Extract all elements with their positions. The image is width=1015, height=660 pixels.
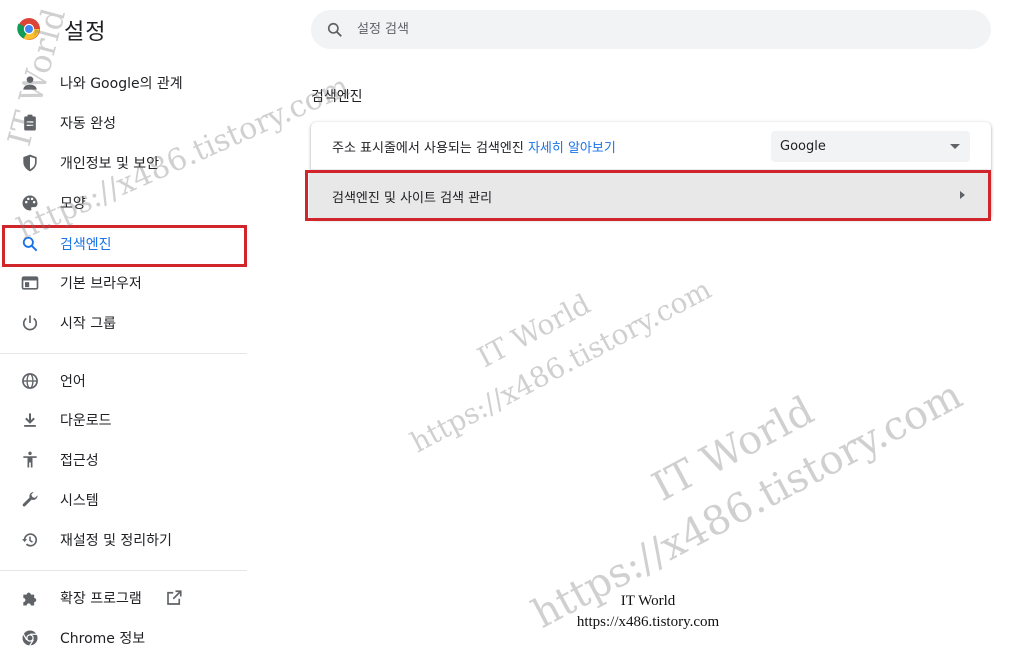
search-engine-select-value: Google [780, 139, 826, 154]
chrome-icon [19, 627, 41, 649]
sidebar-item-default-browser[interactable]: 기본 브라우저 [0, 263, 247, 303]
sidebar-item-label: 기본 브라우저 [60, 276, 142, 292]
accessibility-icon [19, 449, 41, 471]
address-bar-engine-label: 주소 표시줄에서 사용되는 검색엔진 [332, 141, 524, 156]
sidebar-item-label: 자동 완성 [60, 116, 116, 132]
footer-watermark-url: https://x486.tistory.com [576, 614, 720, 630]
address-bar-engine-row: 주소 표시줄에서 사용되는 검색엔진 자세히 알아보기 Google [311, 122, 991, 169]
sidebar-item-label: 확장 프로그램 [60, 591, 142, 607]
globe-icon [19, 370, 41, 392]
sidebar-item-languages[interactable]: 언어 [0, 361, 247, 401]
highlight-box [305, 170, 991, 221]
browser-icon [19, 272, 41, 294]
download-icon [19, 409, 41, 431]
learn-more-link[interactable]: 자세히 알아보기 [528, 141, 616, 156]
open-in-new-icon [167, 590, 182, 605]
shield-icon [19, 152, 41, 174]
sidebar-item-label: 접근성 [60, 453, 99, 469]
dropdown-caret-icon [950, 144, 960, 149]
sidebar-item-label: 나와 Google의 관계 [60, 76, 183, 92]
sidebar-item-accessibility[interactable]: 접근성 [0, 440, 247, 480]
sidebar-item-label: 시스템 [60, 493, 99, 509]
wrench-icon [19, 489, 41, 511]
sidebar-item-label: 시작 그룹 [60, 316, 116, 332]
sidebar-divider [0, 353, 247, 354]
sidebar-item-reset[interactable]: 재설정 및 정리하기 [0, 520, 247, 560]
search-engine-select[interactable]: Google [771, 131, 970, 162]
sidebar-item-label: 언어 [60, 374, 86, 390]
restore-icon [19, 529, 41, 551]
search-icon [327, 22, 342, 37]
sidebar-item-on-startup[interactable]: 시작 그룹 [0, 303, 247, 343]
sidebar-item-label: 재설정 및 정리하기 [60, 533, 172, 549]
footer-watermark-brand: IT World [620, 593, 676, 609]
sidebar-item-extensions[interactable]: 확장 프로그램 [0, 578, 247, 618]
sidebar-item-system[interactable]: 시스템 [0, 480, 247, 520]
sidebar-item-label: Chrome 정보 [60, 631, 146, 647]
sidebar-item-about-chrome[interactable]: Chrome 정보 [0, 618, 247, 658]
sidebar-item-label: 다운로드 [60, 413, 112, 429]
search-input[interactable] [357, 10, 957, 49]
address-bar-engine-desc: 주소 표시줄에서 사용되는 검색엔진 자세히 알아보기 [332, 137, 616, 156]
power-icon [19, 312, 41, 334]
sidebar-item-downloads[interactable]: 다운로드 [0, 400, 247, 440]
puzzle-icon [19, 587, 41, 609]
sidebar-divider [0, 570, 247, 571]
settings-search-bar[interactable] [311, 10, 991, 49]
